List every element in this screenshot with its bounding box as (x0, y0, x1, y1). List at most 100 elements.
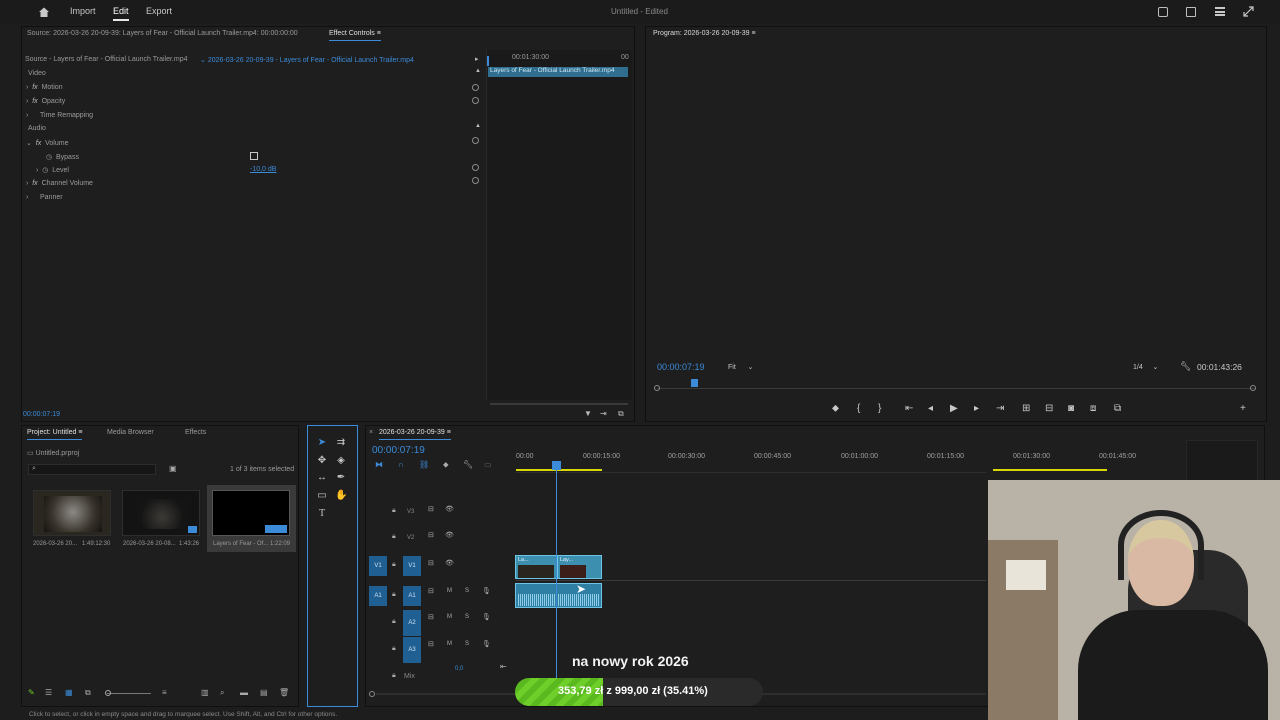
a3-sync-icon[interactable]: ⊟ (428, 640, 434, 648)
freeform-view-icon[interactable]: ⧉ (85, 688, 91, 698)
type-tool-icon[interactable]: T (316, 508, 328, 520)
timeline-playhead-handle[interactable] (552, 461, 561, 470)
new-item-icon[interactable]: ▤ (260, 688, 268, 697)
tab-timeline-close-icon[interactable]: × (369, 429, 373, 436)
reset-channel-volume-icon[interactable] (472, 177, 479, 184)
mark-out-icon[interactable]: } (878, 403, 881, 414)
project-item-thumb-2[interactable] (122, 490, 200, 536)
button-editor-icon[interactable]: ⧉ (1114, 403, 1121, 414)
add-marker-icon[interactable]: ⬥ (832, 403, 839, 414)
fx-opacity[interactable]: › fx Opacity (26, 98, 65, 105)
fit-dropdown[interactable]: Fit ⌄ (728, 363, 753, 371)
a3-mic-icon[interactable]: 🎙︎ (482, 640, 491, 648)
slip-tool-icon[interactable]: ↔ (316, 472, 328, 484)
a1-target[interactable]: A1 (403, 586, 421, 606)
effect-controls-timecode[interactable]: 00:00:07:19 (23, 411, 60, 418)
reset-motion-icon[interactable] (472, 84, 479, 91)
quick-export-icon[interactable] (1158, 7, 1168, 17)
mark-in-icon[interactable]: { (857, 403, 860, 414)
work-area-bar-2[interactable] (993, 469, 1107, 471)
add-button-icon[interactable]: + (1240, 403, 1246, 414)
timeline-timecode[interactable]: 00:00:07:19 (372, 445, 425, 456)
program-timecode[interactable]: 00:00:07:19 (657, 362, 705, 372)
linked-selection-icon[interactable]: ⛓ (419, 460, 429, 469)
play-icon[interactable]: ▶ (950, 403, 958, 414)
effect-mini-timeline[interactable] (486, 50, 632, 400)
resolution-dropdown[interactable]: 1/4 ⌄ (1133, 363, 1158, 371)
mix-go-to-end-icon[interactable]: ⇤ (500, 662, 507, 671)
a2-sync-icon[interactable]: ⊟ (428, 613, 434, 621)
fullscreen-icon[interactable] (1243, 6, 1254, 19)
v1-sync-icon[interactable]: ⊟ (428, 559, 434, 567)
home-icon[interactable] (38, 6, 50, 18)
tab-media-browser[interactable]: Media Browser (107, 429, 154, 436)
zoom-slider-handle[interactable] (105, 690, 111, 696)
a1-mute-button[interactable]: M (447, 588, 452, 594)
fx-time-remapping[interactable]: › Time Remapping (26, 112, 93, 119)
a2-mic-icon[interactable]: 🎙︎ (482, 613, 491, 621)
new-bin-bottom-icon[interactable]: ▬ (240, 688, 248, 697)
scrub-end-handle[interactable] (1250, 385, 1256, 391)
v2-sync-icon[interactable]: ⊟ (428, 531, 434, 539)
track-select-tool-icon[interactable]: ⇉ (335, 437, 347, 449)
bypass-checkbox[interactable] (250, 152, 258, 160)
tab-edit[interactable]: Edit (113, 6, 129, 21)
mini-scroll-bar[interactable] (490, 403, 628, 405)
collapse-audio-icon[interactable]: ▲ (475, 123, 481, 129)
scrub-start-handle[interactable] (654, 385, 660, 391)
mini-clip-bar[interactable]: Layers of Fear - Official Launch Trailer… (488, 67, 628, 77)
share-icon[interactable] (1186, 7, 1196, 17)
play-only-audio-icon[interactable]: ▸ (475, 55, 479, 63)
selection-tool-icon[interactable]: ➤ (316, 437, 328, 449)
zoom-slider[interactable] (107, 693, 151, 694)
tab-program[interactable]: Program: 2026-03-26 20-09-39 ≡ (653, 30, 756, 37)
reset-level-icon[interactable] (472, 164, 479, 171)
panel-options-icon[interactable]: ⧉ (618, 409, 624, 419)
level-value[interactable]: -10,0 dB (250, 166, 276, 173)
fx-motion[interactable]: › fx Motion (26, 84, 63, 91)
clip-v1-b[interactable]: Lay... (557, 555, 602, 579)
export-frame-icon[interactable]: ⇥ (600, 409, 607, 418)
a2-solo-button[interactable]: S (465, 614, 469, 620)
timeline-zoom-handle-left[interactable] (369, 691, 375, 697)
extract-icon[interactable]: ⊟ (1045, 403, 1053, 414)
mini-playhead[interactable] (487, 56, 489, 66)
program-scrub-bar[interactable] (657, 388, 1255, 389)
v1-eye-icon[interactable]: 👁︎ (445, 559, 454, 567)
go-to-in-icon[interactable]: ⇤ (905, 403, 913, 414)
a1-mic-icon[interactable]: 🎙︎ (482, 587, 491, 595)
trash-icon[interactable]: 🗑︎ (279, 688, 289, 697)
tab-source[interactable]: Source: 2026-03-26 20-09-39: Layers of F… (27, 30, 298, 37)
new-bin-icon[interactable]: ▣ (169, 464, 177, 473)
project-item-thumb-1[interactable] (33, 490, 111, 536)
reset-opacity-icon[interactable] (472, 97, 479, 104)
v2-lock-icon[interactable]: 🔒︎ (392, 533, 396, 541)
a2-mute-button[interactable]: M (447, 614, 452, 620)
list-view-icon[interactable]: ☰ (45, 688, 52, 697)
a1-lock-icon[interactable]: 🔒︎ (392, 591, 396, 599)
v2-eye-icon[interactable]: 👁︎ (445, 531, 454, 539)
fx-volume[interactable]: ⌄ fx Volume (26, 139, 68, 147)
settings-wrench-icon[interactable]: 🔧︎ (1180, 361, 1191, 372)
automate-icon[interactable]: ▥ (201, 688, 209, 697)
mix-value[interactable]: 0,0 (455, 666, 463, 672)
tab-export[interactable]: Export (146, 6, 172, 16)
a1-solo-button[interactable]: S (465, 588, 469, 594)
sequence-clip-dropdown[interactable]: ⌄ 2026-03-26 20-09-39 - Layers of Fear -… (200, 56, 414, 64)
fx-panner[interactable]: › Panner (26, 194, 63, 201)
a3-target[interactable]: A3 (403, 637, 421, 663)
a2-target[interactable]: A2 (403, 610, 421, 636)
fx-channel-volume[interactable]: › fx Channel Volume (26, 180, 93, 187)
tab-project[interactable]: Project: Untitled ≡ (27, 429, 83, 440)
a1-sync-icon[interactable]: ⊟ (428, 587, 434, 595)
timeline-settings-icon[interactable]: 🔧︎ (463, 460, 473, 469)
clip-a1[interactable] (515, 583, 602, 608)
hand-tool-icon[interactable]: ✋ (335, 490, 347, 502)
lift-icon[interactable]: ⊞ (1022, 403, 1030, 414)
sort-icon[interactable]: ≡ (162, 688, 167, 697)
write-protect-icon[interactable]: ✎ (28, 688, 35, 697)
stopwatch-icon[interactable]: ◷ (46, 154, 52, 161)
a3-mute-button[interactable]: M (447, 641, 452, 647)
captions-icon[interactable]: ▭ (484, 460, 492, 469)
v3-lock-icon[interactable]: 🔒︎ (392, 507, 396, 515)
